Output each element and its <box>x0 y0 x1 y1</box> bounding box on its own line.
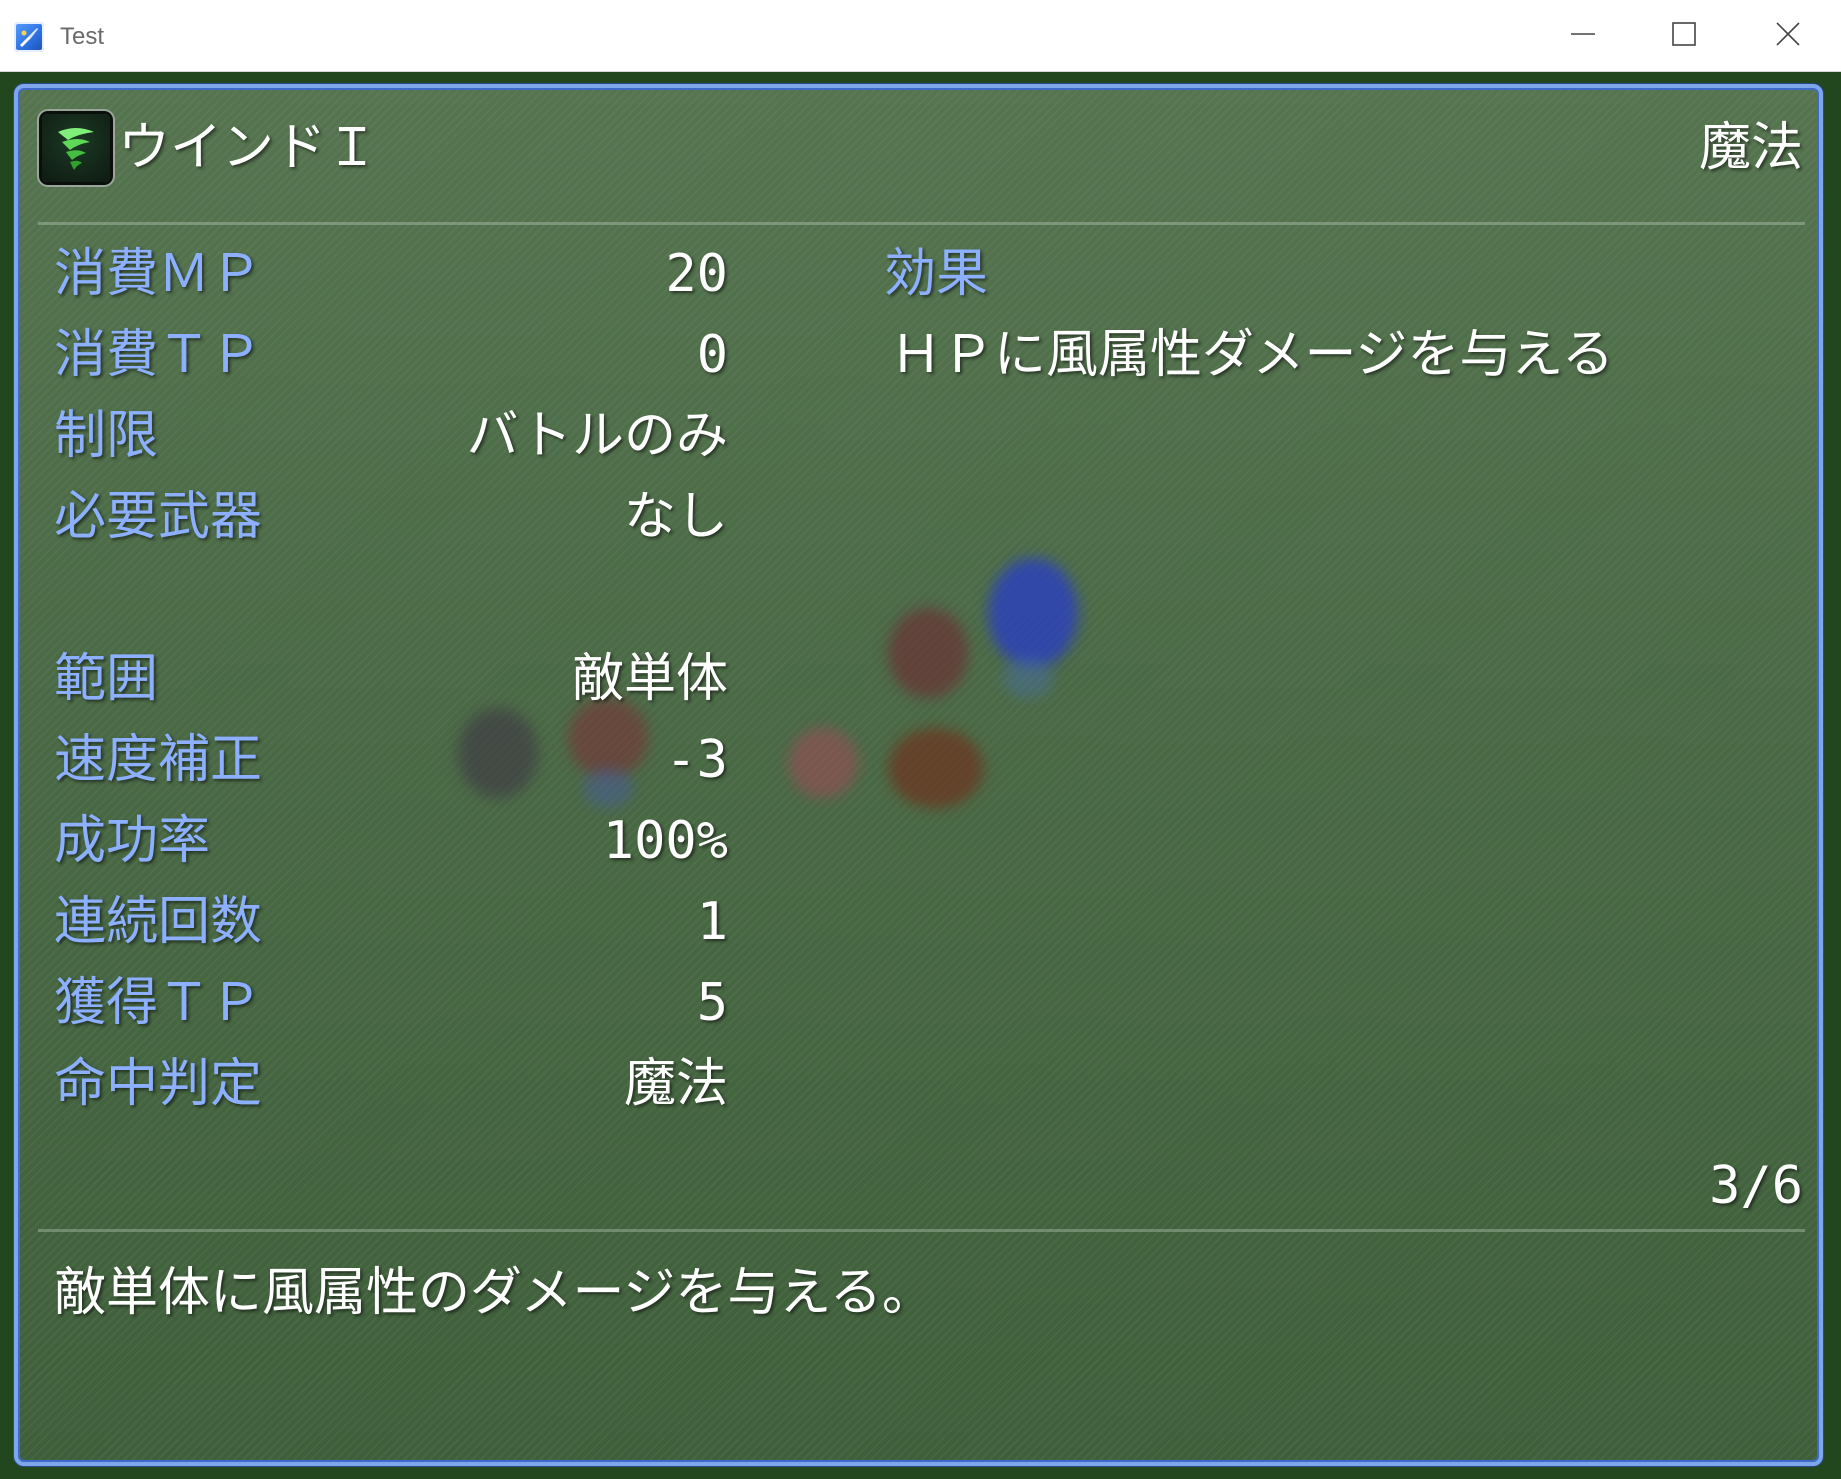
maximize-button[interactable] <box>1634 0 1734 68</box>
window-title: Test <box>60 23 105 50</box>
stat-label-scope: 範囲 <box>54 649 159 709</box>
stat-value-required-weapon: なし <box>623 487 728 547</box>
effect-item: ＨＰに風属性ダメージを与える <box>890 325 1614 385</box>
stat-value-hit-type: 魔法 <box>623 1054 728 1114</box>
skill-type: 魔法 <box>1698 118 1803 178</box>
background-sprite <box>888 608 968 698</box>
stat-label-required-weapon: 必要武器 <box>54 487 263 547</box>
skill-status-window: ウインドＩ 魔法 消費ＭＰ 20 消費ＴＰ 0 制限 バトルのみ 必要武器 なし… <box>14 84 1823 1466</box>
skill-name: ウインドＩ <box>118 118 379 178</box>
stat-label-tp-cost: 消費ＴＰ <box>54 325 263 385</box>
stat-value-mp-cost: 20 <box>665 244 728 304</box>
window-titlebar: Test <box>0 0 1841 72</box>
header-divider <box>38 222 1805 225</box>
description-divider <box>38 1229 1805 1232</box>
background-sprite <box>1003 658 1053 698</box>
page-indicator: 3/6 <box>1709 1156 1803 1216</box>
stat-value-speed: -3 <box>665 730 728 790</box>
minimize-icon <box>1571 33 1595 35</box>
stat-value-tp-gain: 5 <box>696 973 728 1033</box>
close-button[interactable] <box>1738 0 1838 68</box>
effects-heading: 効果 <box>884 244 989 304</box>
background-sprite <box>788 728 858 798</box>
stat-value-repeats: 1 <box>696 892 728 952</box>
stat-value-tp-cost: 0 <box>696 325 728 385</box>
stat-label-repeats: 連続回数 <box>54 892 263 952</box>
close-icon <box>1776 22 1800 46</box>
skill-description: 敵単体に風属性のダメージを与える。 <box>54 1263 934 1323</box>
stat-label-success-rate: 成功率 <box>54 811 211 871</box>
stat-label-mp-cost: 消費ＭＰ <box>54 244 263 304</box>
whirlwind-icon <box>58 128 94 170</box>
stat-value-scope: 敵単体 <box>571 649 728 709</box>
stat-label-hit-type: 命中判定 <box>54 1054 263 1114</box>
stat-label-occasion: 制限 <box>54 406 159 466</box>
stat-value-success-rate: 100% <box>602 811 728 871</box>
game-screen: ウインドＩ 魔法 消費ＭＰ 20 消費ＴＰ 0 制限 バトルのみ 必要武器 なし… <box>0 72 1841 1479</box>
maximize-icon <box>1672 22 1696 46</box>
minimize-button[interactable] <box>1533 0 1633 68</box>
stat-value-occasion: バトルのみ <box>466 406 728 466</box>
skill-icon <box>42 114 110 182</box>
stat-label-speed: 速度補正 <box>54 730 263 790</box>
stat-label-tp-gain: 獲得ＴＰ <box>54 973 263 1033</box>
background-sprite <box>988 558 1078 668</box>
background-sprite <box>888 728 983 808</box>
app-icon <box>14 22 44 52</box>
